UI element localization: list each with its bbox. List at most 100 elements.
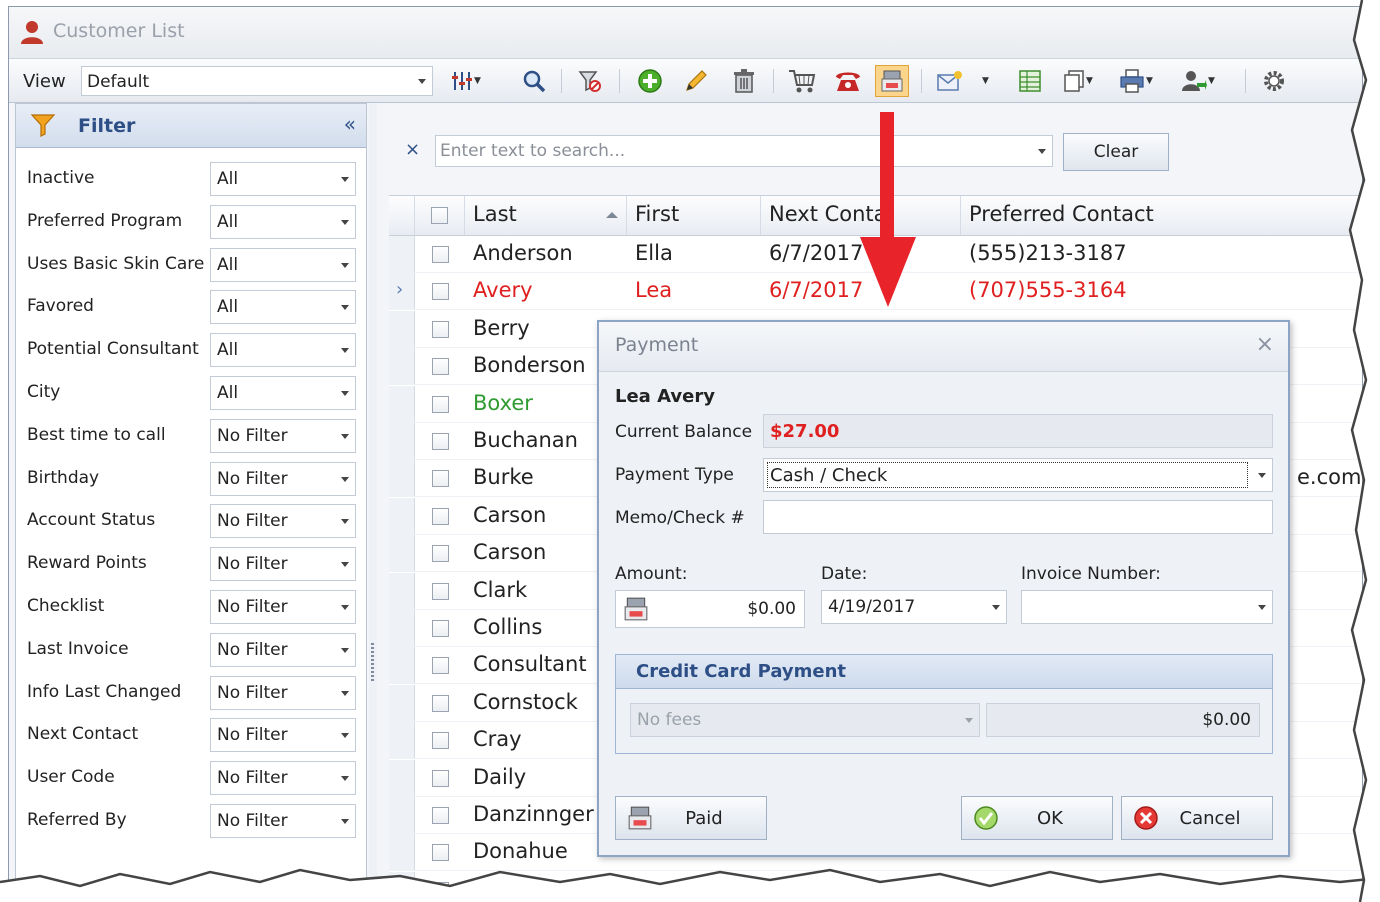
edit-button[interactable]	[679, 65, 713, 97]
filter-select[interactable]: All	[210, 204, 356, 239]
paid-button[interactable]: Paid	[615, 796, 767, 840]
amount-field[interactable]: $0.00	[615, 590, 805, 628]
filter-select-value: All	[217, 169, 239, 189]
clear-button[interactable]: Clear	[1063, 133, 1169, 171]
row-checkbox[interactable]	[432, 769, 449, 787]
email-icon	[937, 71, 962, 91]
filter-select[interactable]: All	[210, 376, 356, 410]
clear-filter-button[interactable]	[573, 65, 607, 97]
user-icon	[21, 21, 43, 44]
payment-button[interactable]	[875, 65, 909, 97]
search-input[interactable]	[440, 137, 1020, 165]
row-checkbox[interactable]	[432, 246, 449, 263]
columns-button[interactable]: ▼	[449, 65, 483, 97]
filter-row: Birthday No Filter	[16, 458, 366, 501]
view-select-value: Default	[87, 72, 150, 92]
add-button[interactable]	[633, 65, 667, 97]
close-search-icon[interactable]: ×	[405, 139, 420, 160]
toolbar-separator	[921, 69, 922, 93]
chevron-down-icon	[341, 433, 349, 439]
filter-select[interactable]: No Filter	[210, 675, 356, 710]
card-fees-select[interactable]: No fees	[630, 703, 980, 737]
filter-select[interactable]: No Filter	[210, 504, 356, 539]
filter-select[interactable]: No Filter	[210, 547, 356, 582]
select-all-checkbox[interactable]	[431, 207, 448, 224]
payment-type-select[interactable]: Cash / Check	[763, 458, 1273, 492]
filter-select[interactable]: All	[210, 247, 356, 282]
filter-select[interactable]: All	[210, 162, 356, 196]
filter-select[interactable]: No Filter	[210, 804, 356, 838]
filter-label: Best time to call	[27, 424, 166, 445]
row-checkbox[interactable]	[432, 582, 449, 600]
email-button[interactable]	[933, 65, 967, 97]
payment-dialog-title: Payment	[615, 334, 699, 356]
row-checkbox[interactable]	[432, 807, 449, 824]
chevron-down-icon	[341, 305, 349, 311]
column-header-preferred-contact[interactable]: Preferred Contact	[961, 196, 1362, 235]
print-button[interactable]: ▼	[1119, 65, 1153, 97]
row-checkbox[interactable]	[432, 694, 449, 712]
row-checkbox[interactable]	[432, 470, 449, 488]
copy-button[interactable]: ▼	[1061, 65, 1095, 97]
filter-label: Last Invoice	[27, 638, 129, 659]
filter-select-value: No Filter	[217, 554, 288, 575]
chevron-down-icon	[341, 733, 349, 739]
settings-button[interactable]	[1257, 65, 1291, 97]
card-amount-field[interactable]: $0.00	[986, 703, 1260, 737]
panel-splitter[interactable]	[369, 103, 377, 891]
filter-select[interactable]: No Filter	[210, 461, 356, 496]
filter-label: Next Contact	[27, 724, 139, 745]
splitter-grip[interactable]	[371, 643, 374, 683]
chevron-down-icon	[341, 647, 349, 653]
cell-preferred-contact: (707)555-3164	[969, 278, 1127, 303]
row-checkbox[interactable]	[432, 732, 449, 750]
row-checkbox[interactable]	[432, 545, 449, 563]
filter-select[interactable]: No Filter	[210, 718, 356, 753]
row-checkbox[interactable]	[432, 433, 449, 450]
column-header-last[interactable]: Last	[465, 196, 627, 235]
filter-select[interactable]: No Filter	[210, 418, 356, 453]
memo-field[interactable]	[763, 500, 1273, 534]
filter-select[interactable]: All	[210, 290, 356, 325]
row-checkbox[interactable]	[432, 395, 449, 413]
row-checkbox[interactable]	[432, 358, 449, 376]
date-field[interactable]: 4/19/2017	[821, 590, 1007, 624]
close-icon[interactable]: ×	[1256, 332, 1274, 357]
search-box[interactable]	[435, 135, 1053, 167]
row-checkbox[interactable]	[432, 507, 449, 525]
row-checkbox[interactable]	[432, 657, 449, 675]
email-dropdown[interactable]: ▼	[975, 65, 995, 97]
delete-button[interactable]	[727, 65, 761, 97]
payment-type-label: Payment Type	[615, 465, 734, 485]
row-checkbox[interactable]	[432, 320, 449, 338]
column-header-first[interactable]: First	[627, 196, 761, 235]
row-checkbox[interactable]	[432, 620, 449, 637]
filter-label: Reward Points	[27, 553, 147, 574]
cancel-button[interactable]: Cancel	[1121, 796, 1273, 840]
filter-select[interactable]: No Filter	[210, 632, 356, 667]
row-indicator	[389, 460, 415, 497]
filter-select-value: No Filter	[217, 425, 288, 446]
export-button[interactable]	[1013, 65, 1047, 97]
filter-row: Next Contact No Filter	[16, 714, 366, 757]
chevron-down-icon	[1258, 605, 1266, 610]
amount-label: Amount:	[615, 564, 688, 584]
invoice-number-select[interactable]	[1021, 590, 1273, 624]
view-select[interactable]: Default	[81, 66, 433, 96]
filter-select-value: No Filter	[217, 597, 288, 617]
row-indicator	[389, 647, 415, 684]
filter-select-value: No Filter	[217, 468, 288, 489]
row-indicator	[389, 684, 415, 721]
phone-button[interactable]	[831, 65, 865, 97]
chevron-down-icon[interactable]	[1038, 149, 1046, 154]
filter-select[interactable]: No Filter	[210, 761, 356, 796]
search-button[interactable]	[517, 65, 551, 97]
user-transfer-button[interactable]: ▼	[1181, 65, 1215, 97]
row-checkbox[interactable]	[432, 283, 449, 301]
collapse-icon[interactable]: «	[344, 112, 356, 136]
ok-button[interactable]: OK	[961, 796, 1113, 840]
filter-select[interactable]: All	[210, 333, 356, 368]
row-checkbox[interactable]	[432, 844, 449, 862]
filter-select[interactable]: No Filter	[210, 590, 356, 624]
cart-button[interactable]	[785, 65, 819, 97]
